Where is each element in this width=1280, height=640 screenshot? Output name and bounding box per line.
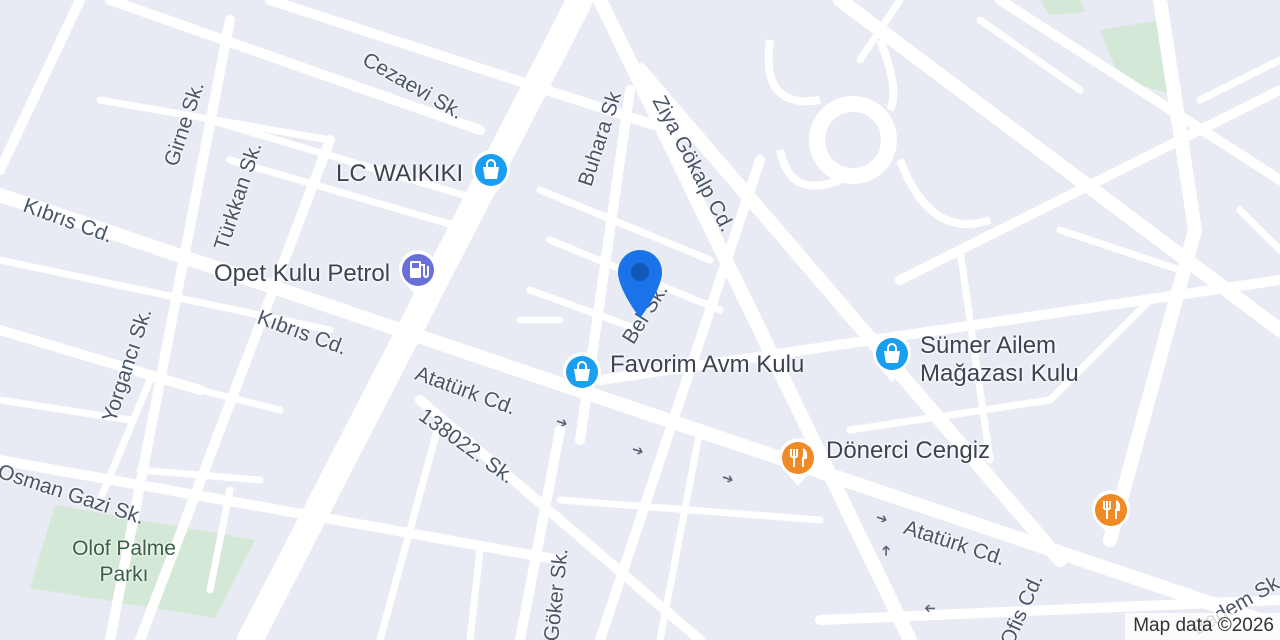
poi-favorim-avm-kulu[interactable]: Favorim Avm Kulu bbox=[560, 350, 804, 402]
poi-name: Dönerci Cengiz bbox=[826, 437, 991, 464]
shopping-bag-icon bbox=[472, 150, 511, 198]
park-area bbox=[1040, 0, 1085, 15]
shopping-bag-icon bbox=[563, 352, 601, 400]
poi-name-line2: Mağazası Kulu bbox=[920, 360, 1079, 387]
park-label-line2: Parkı bbox=[99, 563, 149, 586]
poi-restaurant[interactable] bbox=[1089, 488, 1133, 540]
fork-knife-icon bbox=[779, 438, 817, 486]
shopping-bag-icon bbox=[873, 334, 911, 382]
poi-sumer-ailem[interactable]: Sümer Ailem Mağazası Kulu bbox=[870, 332, 1079, 388]
one-way-arrow-icon: ➔ bbox=[877, 544, 894, 557]
fork-knife-icon bbox=[1092, 490, 1130, 538]
fuel-pump-icon bbox=[399, 250, 438, 298]
poi-lc-waikiki[interactable]: LC WAIKIKI bbox=[336, 148, 513, 200]
poi-name: Favorim Avm Kulu bbox=[610, 351, 805, 378]
map-canvas[interactable]: Cezaevi Sk. Girne Sk. Türkkan Sk. Buhara… bbox=[0, 0, 1280, 640]
park-label-line1: Olof Palme bbox=[72, 537, 176, 560]
location-pin-icon[interactable] bbox=[612, 244, 668, 320]
park-label-olof-palme: Olof Palme Parkı bbox=[64, 536, 184, 588]
poi-donerci-cengiz[interactable]: Dönerci Cengiz bbox=[776, 436, 990, 488]
one-way-arrow-icon: ➔ bbox=[924, 601, 936, 617]
poi-name: Opet Kulu Petrol bbox=[214, 260, 391, 287]
poi-opet-kulu-petrol[interactable]: Opet Kulu Petrol bbox=[214, 248, 440, 300]
map-attribution: Map data ©2026 bbox=[1125, 613, 1280, 640]
poi-name-line1: Sümer Ailem bbox=[920, 332, 1057, 359]
poi-name: Sümer Ailem Mağazası Kulu bbox=[920, 332, 1079, 388]
poi-name: LC WAIKIKI bbox=[336, 160, 464, 187]
